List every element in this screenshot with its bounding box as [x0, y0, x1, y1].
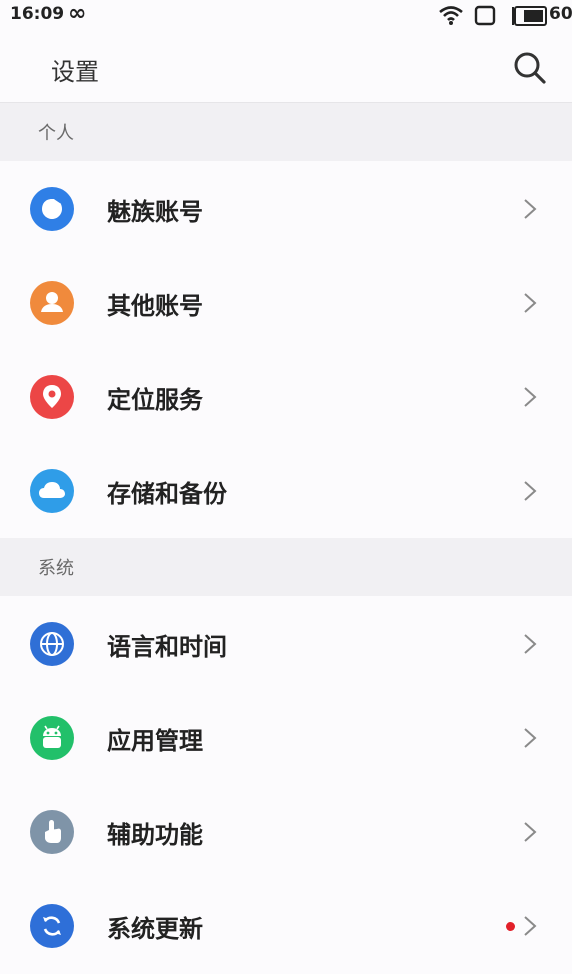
section-header-personal: 个人: [0, 103, 572, 161]
chevron-right-icon: [524, 822, 537, 842]
settings-screen: 16:09 ∞ 60 设置 个人 魅族账号 其他账号 定位服务 存储和备份 系统…: [0, 0, 572, 974]
item-label: 存储和备份: [107, 480, 227, 508]
list-item-storage-backup[interactable]: 存储和备份: [0, 443, 572, 537]
chevron-right-icon: [524, 199, 537, 219]
chevron-right-icon: [524, 481, 537, 501]
list-item-accessibility[interactable]: 辅助功能: [0, 784, 572, 878]
chevron-right-icon: [524, 728, 537, 748]
battery-level-text: 60: [549, 4, 572, 24]
section-label: 个人: [38, 123, 74, 144]
section-header-system: 系统: [0, 538, 572, 596]
item-label: 语言和时间: [107, 633, 227, 661]
list-item-app-management[interactable]: 应用管理: [0, 690, 572, 784]
update-badge-dot: [506, 922, 515, 931]
list-item-meizu-account[interactable]: 魅族账号: [0, 161, 572, 255]
page-title: 设置: [51, 58, 99, 86]
search-icon: [514, 52, 546, 84]
battery-icon: [512, 6, 547, 26]
search-button[interactable]: [511, 49, 549, 87]
item-label: 其他账号: [107, 292, 203, 320]
wifi-icon: [439, 6, 463, 25]
item-label: 魅族账号: [107, 198, 203, 226]
chevron-right-icon: [524, 916, 537, 936]
item-label: 辅助功能: [107, 821, 203, 849]
hand-pointer-icon: [30, 810, 74, 854]
refresh-icon: [30, 904, 74, 948]
cloud-icon: [30, 469, 74, 513]
chevron-right-icon: [524, 387, 537, 407]
android-icon: [30, 716, 74, 760]
screen-rotate-icon: [474, 5, 496, 26]
chevron-right-icon: [524, 634, 537, 654]
infinity-icon: ∞: [68, 1, 87, 26]
location-pin-icon: [30, 375, 74, 419]
list-item-system-update[interactable]: 系统更新: [0, 878, 572, 972]
status-time: 16:09: [10, 4, 65, 24]
list-item-language-time[interactable]: 语言和时间: [0, 596, 572, 690]
top-bar: 设置: [0, 32, 572, 103]
status-bar: 16:09 ∞ 60: [0, 0, 572, 32]
section-label: 系统: [38, 558, 74, 579]
globe-icon: [30, 622, 74, 666]
person-icon: [30, 281, 74, 325]
item-label: 定位服务: [107, 386, 203, 414]
item-label: 应用管理: [107, 727, 203, 755]
item-label: 系统更新: [107, 915, 203, 943]
chevron-right-icon: [524, 293, 537, 313]
list-item-other-accounts[interactable]: 其他账号: [0, 255, 572, 349]
meizu-account-icon: [30, 187, 74, 231]
list-item-location-services[interactable]: 定位服务: [0, 349, 572, 443]
